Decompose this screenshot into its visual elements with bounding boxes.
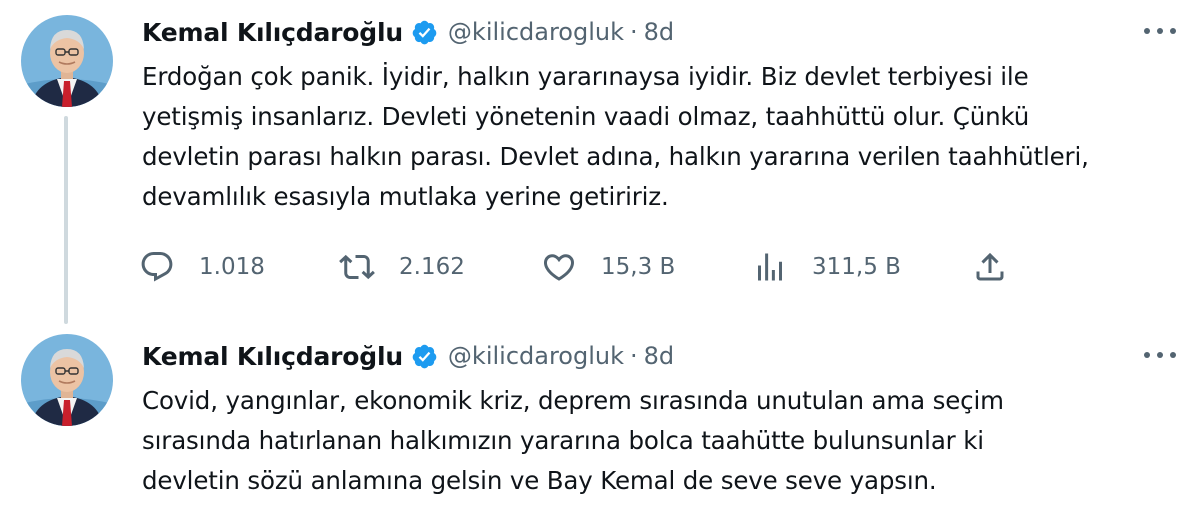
tweet-text-line: sırasında hatırlanan halkımızın yararına… <box>142 426 984 455</box>
tweet-header: Kemal Kılıçdaroğlu @kilicdarogluk · 8d <box>142 338 674 374</box>
tweet-header: Kemal Kılıçdaroğlu @kilicdarogluk · 8d <box>142 14 674 50</box>
tweet-thread: Kemal Kılıçdaroğlu @kilicdarogluk · 8d E… <box>0 0 1200 518</box>
reply-button[interactable]: 1.018 <box>139 245 265 289</box>
separator-dot: · <box>630 342 638 370</box>
like-count: 15,3 B <box>601 254 676 280</box>
timestamp[interactable]: 8d <box>644 18 675 46</box>
tweet-text: Covid, yangınlar, ekonomik kriz, deprem … <box>142 381 1172 501</box>
tweet[interactable]: Kemal Kılıçdaroğlu @kilicdarogluk · 8d C… <box>0 322 1200 518</box>
author-name[interactable]: Kemal Kılıçdaroğlu <box>142 342 403 371</box>
more-icon[interactable] <box>1140 340 1180 370</box>
tweet-text-line: devamlılık esasıyla mutlaka yerine getir… <box>142 182 669 211</box>
tweet-text-line: Covid, yangınlar, ekonomik kriz, deprem … <box>142 386 1004 415</box>
author-handle[interactable]: @kilicdarogluk <box>448 18 624 46</box>
verified-badge-icon <box>411 343 438 370</box>
views-count: 311,5 B <box>812 254 901 280</box>
avatar[interactable] <box>21 15 113 107</box>
tweet-text: Erdoğan çok panik. İyidir, halkın yararı… <box>142 57 1172 217</box>
separator-dot: · <box>630 18 638 46</box>
tweet-text-line: devletin sözü anlamına gelsin ve Bay Kem… <box>142 466 937 495</box>
views-icon <box>758 253 782 281</box>
share-icon <box>976 252 1004 281</box>
retweet-count: 2.162 <box>399 254 465 280</box>
retweet-button[interactable]: 2.162 <box>339 245 465 289</box>
thread-connector-line <box>64 116 68 324</box>
reply-count: 1.018 <box>199 254 265 280</box>
author-name[interactable]: Kemal Kılıçdaroğlu <box>142 18 403 47</box>
tweet-actions: 1.018 2.162 15,3 B 311,5 B <box>0 245 1200 289</box>
more-icon[interactable] <box>1140 16 1180 46</box>
verified-badge-icon <box>411 19 438 46</box>
tweet-text-line: yetişmiş insanlarız. Devleti yönetenin v… <box>142 102 1030 131</box>
tweet-text-line: Erdoğan çok panik. İyidir, halkın yararı… <box>142 62 1029 91</box>
views-button[interactable]: 311,5 B <box>752 245 901 289</box>
tweet-text-line: devletin parası halkın parası. Devlet ad… <box>142 142 1089 171</box>
share-button[interactable] <box>972 245 1008 289</box>
author-handle[interactable]: @kilicdarogluk <box>448 342 624 370</box>
like-button[interactable]: 15,3 B <box>541 245 675 289</box>
reply-icon <box>141 252 173 282</box>
retweet-icon <box>339 254 375 280</box>
tweet[interactable]: Kemal Kılıçdaroğlu @kilicdarogluk · 8d E… <box>0 0 1200 324</box>
timestamp[interactable]: 8d <box>644 342 675 370</box>
avatar[interactable] <box>21 334 113 426</box>
heart-icon <box>543 254 575 281</box>
